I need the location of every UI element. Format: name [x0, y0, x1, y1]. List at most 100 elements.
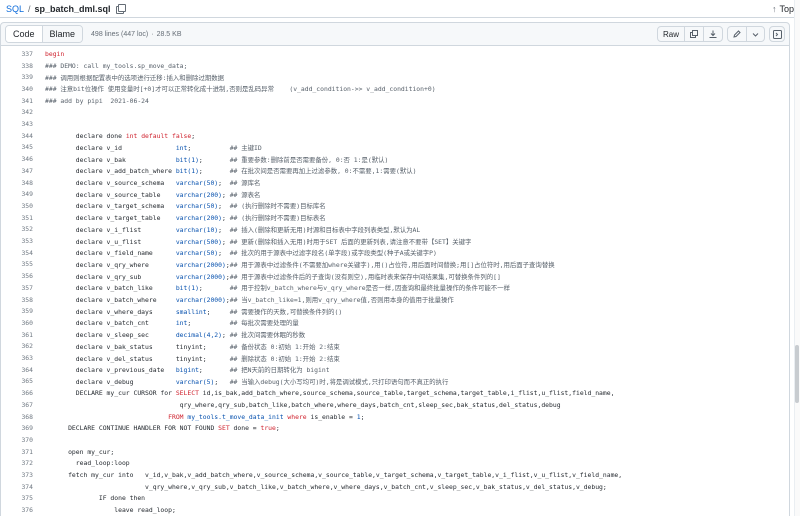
code-token: varchar(50): [175, 249, 219, 258]
code-line: 370: [1, 434, 789, 446]
code-line: 354 declare v_field_name varchar(50); ##…: [1, 247, 789, 259]
code-token: ### 注意bit位操作 使用变量时[+0]才可以正常转化成十进制,否则是乱码异…: [45, 85, 436, 94]
code-line: 375 IF done then: [1, 493, 789, 505]
symbols-panel-button[interactable]: [769, 26, 785, 42]
line-number[interactable]: 350: [1, 202, 41, 210]
tab-blame[interactable]: Blame: [41, 26, 83, 42]
line-number[interactable]: 340: [1, 85, 41, 93]
line-number[interactable]: 370: [1, 436, 41, 444]
code-token: declare v_previous_date: [45, 366, 176, 375]
code-text: declare v_where_days smallint; ## 需要操作的天…: [41, 307, 343, 316]
code-token: varchar(200): [175, 214, 222, 223]
edit-options-button[interactable]: [746, 27, 764, 41]
code-token: declare v_bak: [45, 155, 176, 164]
code-token: bigint: [175, 366, 199, 375]
line-number[interactable]: 360: [1, 319, 41, 327]
line-number[interactable]: 347: [1, 167, 41, 175]
breadcrumb-sql-link[interactable]: SQL: [6, 4, 24, 14]
code-text: ### add by pipi 2021-06-24: [41, 97, 149, 105]
line-number[interactable]: 348: [1, 179, 41, 187]
line-number[interactable]: 342: [1, 108, 41, 116]
edit-button[interactable]: [728, 27, 746, 41]
code-token: ### DEMO: call my_tools.sp_move_data;: [45, 61, 188, 70]
code-token: ;: [360, 412, 365, 421]
line-number[interactable]: 372: [1, 459, 41, 467]
line-number[interactable]: 349: [1, 190, 41, 198]
line-number[interactable]: 359: [1, 307, 41, 315]
scrollbar-thumb[interactable]: [795, 345, 799, 403]
file-toolbar: Code Blame 498 lines (447 loc) · 28.5 KB R…: [0, 22, 790, 46]
code-text: FROM my_tools.t_move_data_init where is_…: [41, 413, 364, 421]
line-number[interactable]: 365: [1, 377, 41, 385]
file-actions: Raw: [656, 26, 785, 42]
line-number[interactable]: 364: [1, 366, 41, 374]
code-line: 376 leave read_loop;: [1, 504, 789, 516]
line-number[interactable]: 374: [1, 483, 41, 491]
code-line: 362 declare v_bak_status tinyint; ## 备份状…: [1, 341, 789, 353]
line-number[interactable]: 373: [1, 471, 41, 479]
code-token: ## 删除状态 0:初始 1:开始 2:结束: [229, 354, 340, 363]
line-number[interactable]: 357: [1, 284, 41, 292]
code-token: varchar(500): [175, 237, 222, 246]
line-number[interactable]: 371: [1, 448, 41, 456]
line-count: 498 lines (447 loc): [91, 30, 149, 38]
code-token: declare v_target_table: [45, 214, 176, 223]
line-number[interactable]: 369: [1, 424, 41, 432]
raw-button[interactable]: Raw: [658, 27, 684, 41]
line-number[interactable]: 367: [1, 401, 41, 409]
code-line: 364 declare v_previous_date bigint; ## 把…: [1, 364, 789, 376]
code-token: is_enable =: [306, 412, 357, 421]
code-token: declare v_where_days: [45, 307, 176, 316]
line-number[interactable]: 353: [1, 237, 41, 245]
code-line: 358 declare v_batch_where varchar(2000);…: [1, 294, 789, 306]
code-token: declare v_qry_sub: [45, 272, 176, 281]
page-scrollbar[interactable]: [794, 0, 800, 516]
code-token: declare v_target_schema: [45, 202, 176, 211]
line-number[interactable]: 376: [1, 506, 41, 514]
line-number[interactable]: 354: [1, 249, 41, 257]
line-number[interactable]: 356: [1, 272, 41, 280]
code-token: ;: [198, 284, 230, 293]
line-number[interactable]: 351: [1, 214, 41, 222]
code-line: 345 declare v_id int; ## 主键ID: [1, 142, 789, 154]
code-line: 359 declare v_where_days smallint; ## 需要…: [1, 305, 789, 317]
code-line: 368 FROM my_tools.t_move_data_init where…: [1, 411, 789, 423]
code-token: ## 用于控制v_batch_where与v_qry_where是否一样,因查询…: [229, 284, 510, 293]
line-number[interactable]: 363: [1, 354, 41, 362]
download-button[interactable]: [703, 27, 722, 41]
tab-code[interactable]: Code: [6, 26, 42, 42]
line-number[interactable]: 362: [1, 342, 41, 350]
line-number[interactable]: 341: [1, 97, 41, 105]
code-view: 337 begin 338 ### DEMO: call my_tools.sp_mo…: [0, 46, 790, 516]
copy-path-icon[interactable]: [115, 4, 126, 14]
copy-raw-button[interactable]: [684, 27, 703, 41]
code-text: declare v_qry_where varchar(2000);## 用于源…: [41, 260, 555, 269]
line-number[interactable]: 355: [1, 260, 41, 268]
code-token: ## 更新(删除和插入无用)时用于SET 后面的更新列表,请注意不要带【SET】…: [229, 237, 472, 246]
line-number[interactable]: 339: [1, 73, 41, 81]
line-number[interactable]: 368: [1, 413, 41, 421]
code-text: IF done then: [41, 494, 145, 502]
line-number[interactable]: 337: [1, 50, 41, 58]
line-number[interactable]: 352: [1, 225, 41, 233]
top-link[interactable]: ↑ Top: [772, 4, 794, 14]
file-meta: 498 lines (447 loc) · 28.5 KB: [91, 31, 181, 38]
code-token: ;: [218, 179, 230, 188]
line-number[interactable]: 345: [1, 143, 41, 151]
line-number[interactable]: 366: [1, 389, 41, 397]
line-number[interactable]: 361: [1, 331, 41, 339]
line-number[interactable]: 343: [1, 120, 41, 128]
code-token: int: [175, 143, 188, 152]
code-line: 349 declare v_source_table varchar(200);…: [1, 188, 789, 200]
code-token: ;: [222, 237, 230, 246]
line-number[interactable]: 358: [1, 296, 41, 304]
line-number[interactable]: 338: [1, 62, 41, 70]
code-text: leave read_loop;: [41, 506, 176, 514]
line-number[interactable]: 346: [1, 155, 41, 163]
code-token: ## 备份状态 0:初始 1:开始 2:结束: [229, 342, 340, 351]
line-number[interactable]: 344: [1, 132, 41, 140]
sidebar-icon: [772, 29, 782, 39]
code-line: 346 declare v_bak bit(1); ## 重要参数:删除前是否需…: [1, 153, 789, 165]
code-token: varchar(50): [175, 202, 219, 211]
line-number[interactable]: 375: [1, 494, 41, 502]
